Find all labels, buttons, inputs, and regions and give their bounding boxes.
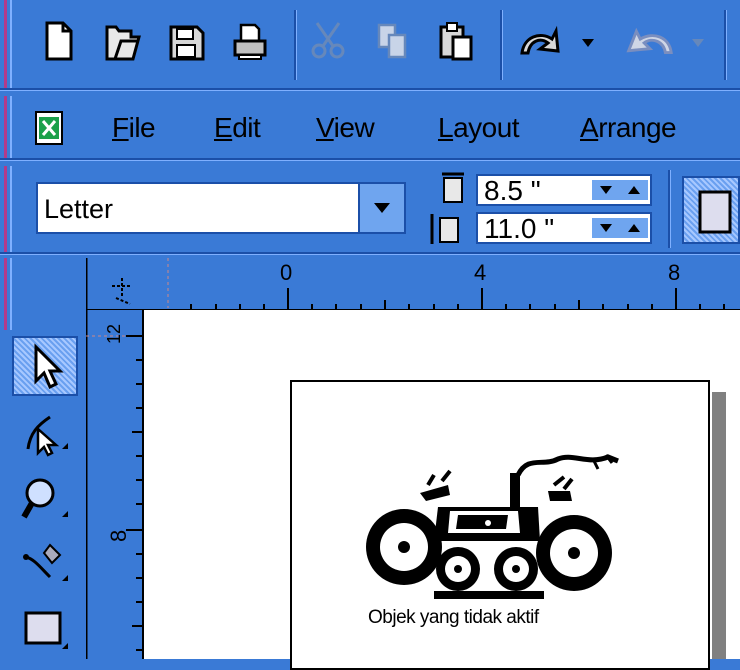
menu-view[interactable]: View	[316, 112, 375, 144]
canvas-caption: Objek yang tidak aktif	[368, 607, 539, 628]
toolbar-grip[interactable]	[0, 0, 16, 88]
redo-button[interactable]	[614, 14, 682, 68]
pen-curve-icon	[23, 543, 68, 581]
chevron-down-icon	[374, 203, 390, 213]
ruler-v-label: 8	[106, 529, 131, 542]
paper-size-select[interactable]: Letter	[36, 182, 406, 234]
rectangle-tool[interactable]	[12, 600, 78, 660]
document-icon[interactable]	[34, 110, 66, 146]
menu-edit[interactable]: Edit	[214, 112, 261, 144]
portrait-button[interactable]	[682, 176, 740, 244]
new-button[interactable]	[36, 14, 80, 68]
undo-icon	[520, 25, 560, 55]
paper-height-icon	[428, 212, 468, 246]
redo-dropdown[interactable]	[692, 34, 704, 47]
redo-icon	[626, 27, 673, 55]
horizontal-ruler[interactable]: 0 4 8	[86, 258, 740, 310]
pointer-arrow-icon	[34, 343, 64, 390]
copy-icon	[377, 23, 407, 59]
zoom-tool[interactable]	[12, 470, 78, 530]
menu-file[interactable]: File	[112, 112, 156, 144]
paper-width-field[interactable]: 8.5 "	[476, 174, 652, 206]
chevron-down-icon	[692, 39, 704, 47]
pick-tool[interactable]	[12, 336, 78, 396]
ruler-h-label: 4	[474, 260, 487, 285]
rectangle-icon	[24, 611, 68, 649]
paper-height-field[interactable]: 11.0 "	[476, 212, 652, 244]
ruler-h-label: 0	[280, 260, 293, 285]
tractor-illustration[interactable]	[358, 445, 628, 605]
portrait-page-icon	[698, 190, 732, 234]
paper-size-value: Letter	[44, 194, 114, 224]
open-icon	[105, 25, 141, 61]
paper-width-spinner[interactable]	[592, 180, 648, 200]
magnifier-icon	[21, 478, 68, 519]
print-button[interactable]	[228, 14, 272, 68]
undo-button[interactable]	[512, 14, 568, 68]
freehand-tool[interactable]	[12, 534, 78, 594]
paper-size-dropdown-button[interactable]	[358, 184, 404, 232]
menu-arrange[interactable]: Arrange	[580, 112, 677, 144]
paste-button[interactable]	[434, 14, 478, 68]
paper-height-spinner[interactable]	[592, 218, 648, 238]
vertical-ruler[interactable]: 12 8	[86, 310, 144, 659]
shape-tool[interactable]	[12, 404, 78, 464]
undo-dropdown[interactable]	[582, 34, 594, 47]
chevron-down-icon	[582, 39, 594, 47]
cut-icon	[311, 22, 345, 59]
copy-button[interactable]	[370, 14, 414, 68]
toolbox-grip[interactable]	[0, 258, 16, 330]
shape-edit-icon	[26, 415, 68, 457]
paste-icon	[439, 22, 473, 61]
open-button[interactable]	[100, 14, 144, 68]
menubar-grip[interactable]	[0, 96, 16, 158]
cut-button[interactable]	[306, 14, 350, 68]
save-icon	[169, 25, 205, 61]
ruler-h-label: 8	[668, 260, 681, 285]
ruler-origin-icon[interactable]	[108, 276, 138, 306]
ruler-v-label: 12	[104, 323, 124, 344]
new-icon	[45, 21, 73, 61]
paper-width-icon	[438, 172, 468, 204]
save-button[interactable]	[164, 14, 208, 68]
menu-layout[interactable]: Layout	[438, 112, 520, 144]
print-icon	[233, 23, 267, 60]
propertybar-grip[interactable]	[0, 166, 16, 252]
page-shadow	[712, 392, 726, 659]
